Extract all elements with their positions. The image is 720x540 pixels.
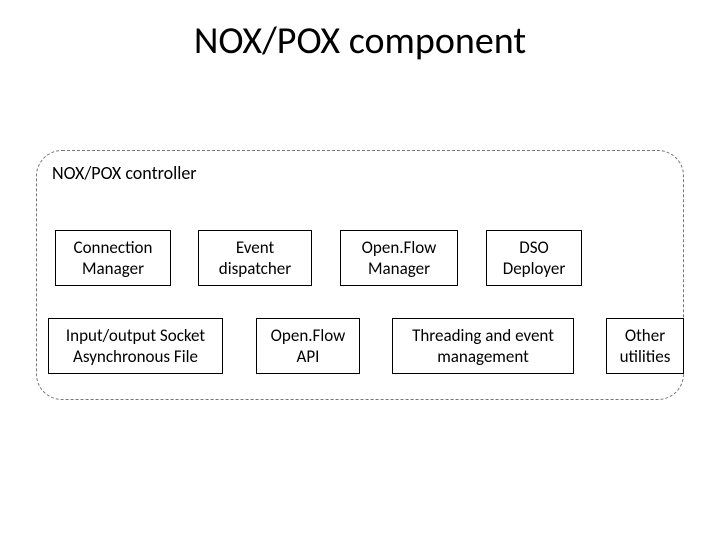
box-openflow-manager: Open.Flow Manager <box>340 230 458 286</box>
box-event-dispatcher: Event dispatcher <box>198 230 312 286</box>
box-io-socket-async-file: Input/output Socket Asynchronous File <box>48 318 223 374</box>
box-threading-event-mgmt: Threading and event management <box>392 318 574 374</box>
slide-title: NOX/POX component <box>0 18 720 64</box>
box-connection-manager: Connection Manager <box>55 230 171 286</box>
box-other-utilities: Other utilities <box>606 318 684 374</box>
slide: NOX/POX component NOX/POX controller Con… <box>0 0 720 540</box>
box-openflow-api: Open.Flow API <box>256 318 360 374</box>
box-dso-deployer: DSO Deployer <box>486 230 582 286</box>
controller-label: NOX/POX controller <box>52 162 197 184</box>
